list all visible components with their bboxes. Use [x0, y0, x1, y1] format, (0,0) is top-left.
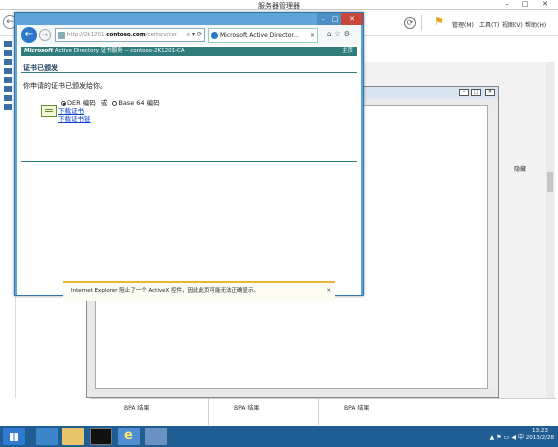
maximize-button[interactable]: □	[518, 0, 532, 8]
ie-window: – □ ✕ ← → http://2k1201.contoso.com/cert…	[14, 12, 364, 301]
hide-link[interactable]: 隐藏	[514, 164, 526, 173]
sidebar-ad-cs-icon[interactable]	[4, 68, 12, 74]
address-suffix: /certsrv/cer	[145, 32, 178, 38]
page-icon	[58, 32, 65, 39]
tab-favicon-icon	[211, 32, 218, 39]
system-tray: ▲⚑▭◀中	[490, 432, 526, 441]
bottom-rule	[21, 161, 357, 162]
close-button[interactable]: ✕	[538, 0, 552, 8]
dialog-minimize-button[interactable]: –	[459, 89, 469, 96]
base64-radio[interactable]	[112, 100, 118, 106]
section-rule	[21, 72, 357, 73]
activex-infobar: Internet Explorer 阻止了一个 ActiveX 控件，因此此页可…	[63, 281, 335, 301]
tab-close-icon[interactable]: ✕	[310, 29, 315, 42]
server-manager-taskbar-icon[interactable]	[36, 428, 58, 445]
download-chain-link[interactable]: 下载证书链	[58, 113, 91, 123]
address-bar[interactable]: http://2k1201.contoso.com/certsrv/cer ⌕ …	[55, 28, 205, 42]
internet-explorer-taskbar-icon[interactable]	[118, 428, 140, 445]
header-brand: Microsoft	[24, 48, 54, 54]
favorites-star-icon[interactable]: ☆	[334, 30, 343, 38]
certsrv-header: Microsoft Active Directory 证书服务 -- conto…	[21, 47, 357, 56]
menu-help[interactable]: 帮助(H)	[525, 20, 546, 29]
back-button[interactable]: ←	[21, 27, 37, 43]
dialog-maximize-button[interactable]: □	[471, 89, 481, 96]
sidebar-local-server-icon[interactable]	[4, 50, 12, 56]
tray-volume-icon[interactable]: ◀	[511, 434, 518, 441]
ie-minimize-button[interactable]: –	[317, 13, 329, 25]
settings-gear-icon[interactable]: ⚙	[344, 30, 353, 38]
address-prefix: http://2k1201.	[67, 32, 107, 38]
sidebar-file-services-icon[interactable]	[4, 95, 12, 101]
bpa-result-3[interactable]: BPA 结果	[344, 403, 369, 412]
start-button[interactable]	[3, 428, 25, 445]
menu-tools[interactable]: 工具(T)	[479, 20, 499, 29]
taskbar-clock[interactable]: 13:23 2013/2/28	[526, 428, 554, 442]
file-explorer-taskbar-icon[interactable]	[62, 428, 84, 445]
ie-toolbar-icons: ⌂☆⚙	[327, 30, 353, 38]
tray-ime-icon[interactable]: 中	[518, 434, 526, 441]
notification-flag-icon[interactable]: ⚑	[434, 16, 448, 28]
ie-close-button[interactable]: ✕	[341, 13, 363, 25]
scrollbar-thumb[interactable]	[547, 172, 553, 192]
sidebar-dns-icon[interactable]	[4, 86, 12, 92]
infobar-message: Internet Explorer 阻止了一个 ActiveX 控件，因此此页可…	[71, 288, 260, 294]
certificate-icon	[41, 105, 57, 117]
bpa-divider	[208, 399, 209, 425]
dialog-close-button[interactable]: ✕	[485, 89, 495, 96]
clock-date: 2013/2/28	[525, 435, 554, 441]
home-link[interactable]: 主页	[342, 47, 353, 56]
server-manager-scrollbar[interactable]	[546, 62, 554, 402]
bpa-result-1[interactable]: BPA 结果	[124, 403, 149, 412]
browser-tab[interactable]: Microsoft Active Director... ✕	[208, 28, 318, 43]
menu-view[interactable]: 视图(V)	[502, 20, 523, 29]
sidebar-ad-ds-icon[interactable]	[4, 77, 12, 83]
bpa-result-2[interactable]: BPA 结果	[234, 403, 259, 412]
header-text: Active Directory 证书服务 -- contoso-2K1201-…	[53, 48, 185, 54]
ie-page-content: Microsoft Active Directory 证书服务 -- conto…	[17, 45, 361, 301]
menu-manage[interactable]: 管理(M)	[452, 20, 474, 29]
dialog-scrollbar[interactable]	[489, 105, 498, 389]
address-domain: contoso.com	[106, 32, 146, 38]
infobar-close-icon[interactable]: ✕	[326, 283, 331, 300]
certificate-authority-taskbar-icon[interactable]	[145, 428, 167, 445]
or-label: 或	[100, 99, 108, 107]
address-tools-icons[interactable]: ⌕ ▾ ⟳	[187, 29, 202, 41]
bpa-results-row: BPA 结果 BPA 结果 BPA 结果	[90, 398, 556, 426]
forward-button[interactable]: →	[39, 29, 51, 41]
base64-label: Base 64 编码	[118, 99, 160, 107]
issued-message: 你申请的证书已颁发给你。	[23, 82, 107, 90]
minimize-button[interactable]: –	[500, 0, 514, 8]
tab-title: Microsoft Active Director...	[220, 32, 299, 39]
powershell-taskbar-icon[interactable]	[90, 428, 112, 445]
bpa-divider	[318, 399, 319, 425]
sidebar-dashboard-icon[interactable]	[4, 41, 12, 47]
clock-time: 13:23	[531, 428, 548, 434]
ie-maximize-button[interactable]: □	[329, 13, 341, 25]
refresh-icon[interactable]: ⟳	[404, 17, 416, 29]
toolbar-divider	[421, 15, 422, 31]
sidebar-all-servers-icon[interactable]	[4, 59, 12, 65]
server-manager-titlebar: 服务器管理器 – □ ✕	[0, 0, 558, 10]
taskbar: ▲⚑▭◀中 13:23 2013/2/28	[0, 426, 558, 447]
tray-flag-icon[interactable]: ⚑	[496, 434, 503, 441]
sidebar-iis-icon[interactable]	[4, 104, 12, 110]
ie-navigation-bar: ← → http://2k1201.contoso.com/certsrv/ce…	[17, 25, 361, 45]
